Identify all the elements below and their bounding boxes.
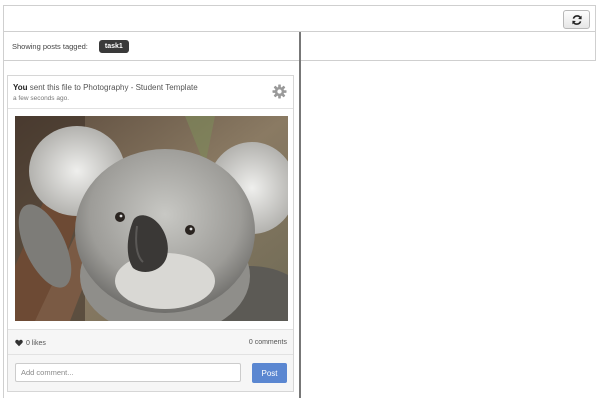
post-action-text: sent this file to Photography - Student … <box>27 83 198 92</box>
post-actor: You <box>13 83 28 92</box>
heart-icon <box>15 339 23 347</box>
koala-photo[interactable] <box>15 116 288 321</box>
tag-chip[interactable]: task1 <box>98 39 129 53</box>
tag-filter-label: Showing posts tagged: <box>12 41 88 51</box>
comment-input[interactable] <box>15 363 241 382</box>
post-card: You sent this file to Photography - Stud… <box>7 75 294 392</box>
post-timestamp: a few seconds ago. <box>13 95 70 102</box>
tag-filter-bar: Showing posts tagged: task1 <box>4 32 300 61</box>
post-comment-button[interactable]: Post <box>252 363 287 383</box>
post-stats-bar: 0 likes 0 comments <box>8 329 293 355</box>
right-pane <box>300 32 596 61</box>
post-header: You sent this file to Photography - Stud… <box>8 76 293 109</box>
refresh-button[interactable] <box>563 10 590 29</box>
likes-count: 0 likes <box>26 339 46 347</box>
like-button[interactable]: 0 likes <box>15 339 46 347</box>
gear-icon[interactable] <box>272 84 287 99</box>
pane-divider <box>299 32 301 398</box>
post-title: You sent this file to Photography - Stud… <box>13 83 198 92</box>
post-feed-pane: Showing posts tagged: task1 You sent thi… <box>3 32 300 398</box>
refresh-icon <box>571 14 582 25</box>
comments-count[interactable]: 0 comments <box>249 339 287 346</box>
comment-row: Post <box>8 355 293 391</box>
top-toolbar <box>3 5 596 32</box>
